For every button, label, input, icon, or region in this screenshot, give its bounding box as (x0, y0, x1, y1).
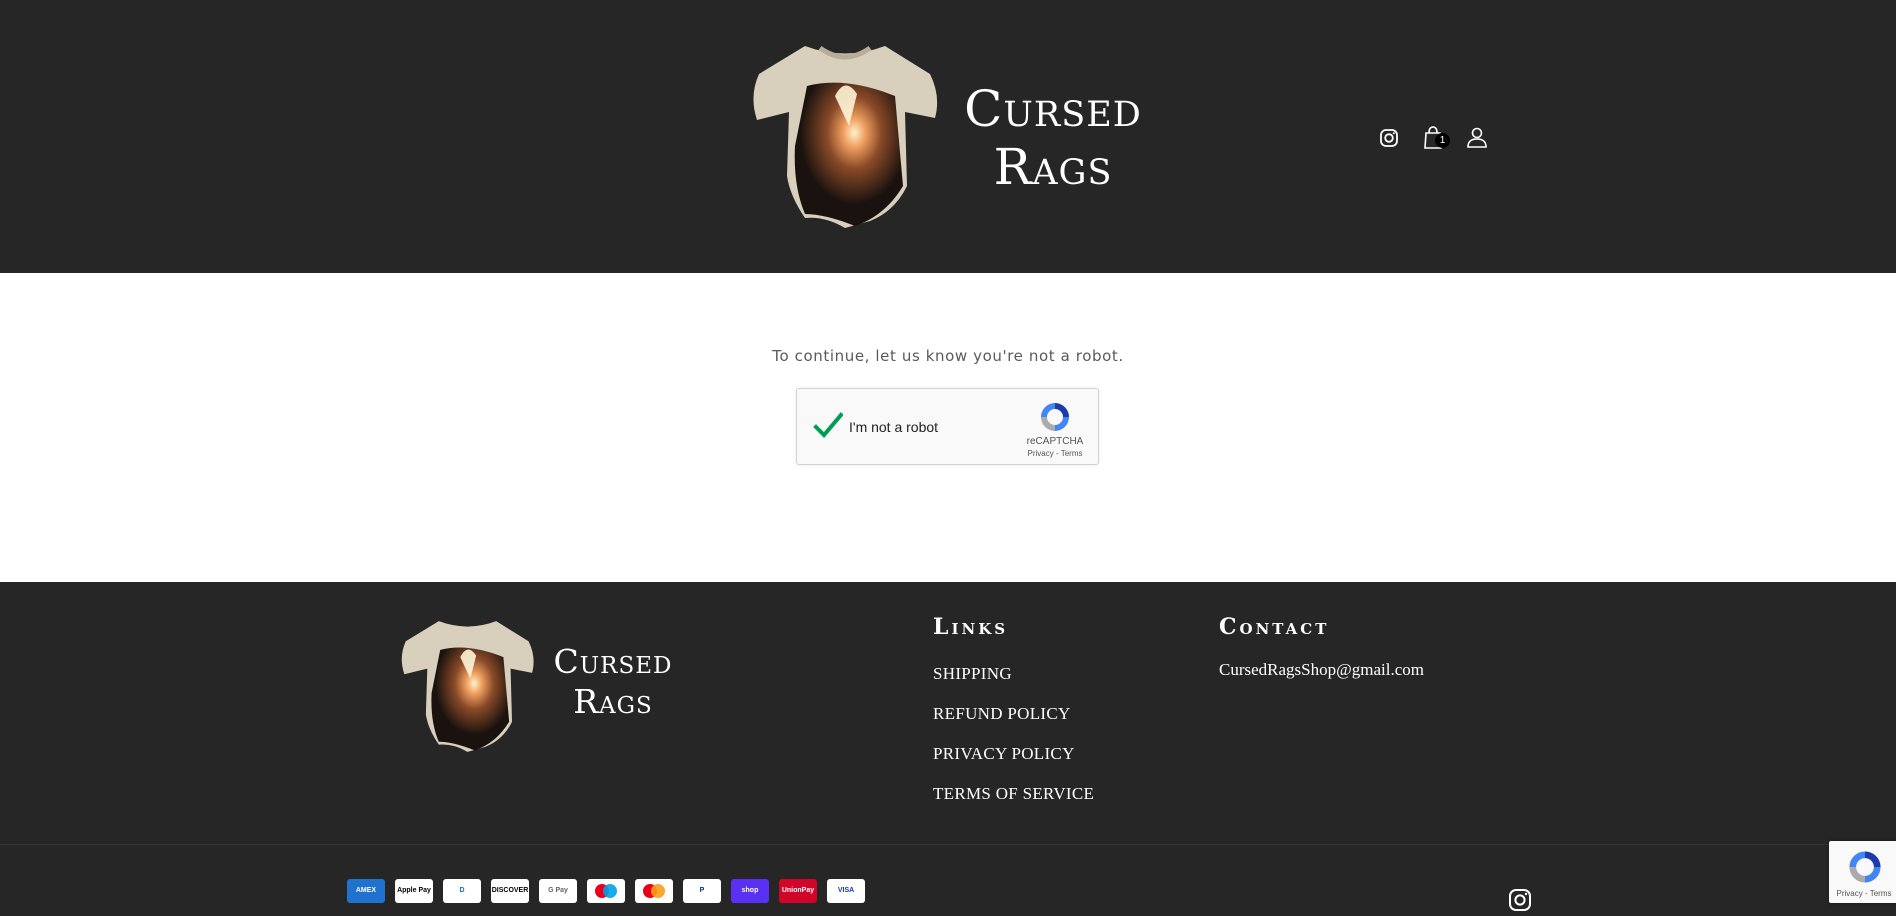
footer-brand-line1: Cursed (553, 642, 673, 681)
recaptcha-badge-links[interactable]: Privacy - Terms (1831, 889, 1896, 898)
footer-link-item: REFUND POLICY (933, 704, 1094, 744)
challenge-message: To continue, let us know you're not a ro… (772, 347, 1124, 365)
shop-pay-icon: shop (731, 879, 769, 903)
cart-count-badge: 1 (1435, 133, 1450, 148)
contact-email-link[interactable]: CursedRagsShop@gmail.com (1219, 660, 1424, 680)
unionpay-icon: UnionPay (779, 879, 817, 903)
cart-icon[interactable]: 1 (1418, 123, 1450, 153)
site-header: Cursed Rags 1 (0, 0, 1896, 273)
tshirt-logo-image (753, 45, 938, 228)
diners-club-icon: D (443, 879, 481, 903)
brand-logo-link[interactable]: Cursed Rags (745, 36, 1155, 231)
links-heading: Links (933, 614, 1009, 640)
maestro-icon (587, 879, 625, 903)
recaptcha-logo-icon (1041, 403, 1069, 431)
challenge-section: To continue, let us know you're not a ro… (0, 273, 1896, 582)
footer-link-item: SHIPPING (933, 664, 1094, 704)
recaptcha-badge[interactable]: Privacy - Terms (1829, 841, 1896, 903)
instagram-icon[interactable] (1374, 123, 1404, 153)
account-icon[interactable] (1462, 123, 1492, 153)
footer-link-item: PRIVACY POLICY (933, 744, 1094, 784)
recaptcha-label: I'm not a robot (849, 419, 939, 435)
shipping-link[interactable]: SHIPPING (933, 664, 1012, 683)
apple-pay-icon: Apple Pay (395, 879, 433, 903)
brand-name: Cursed Rags (953, 80, 1153, 196)
contact-heading: Contact (1219, 614, 1330, 640)
footer-brand-name: Cursed Rags (543, 642, 683, 722)
discover-icon: DISCOVER (491, 879, 529, 903)
checkmark-icon[interactable] (813, 411, 843, 441)
amex-icon: AMEX (347, 879, 385, 903)
footer-brand-link[interactable]: Cursed Rags (395, 614, 685, 754)
footer-links-list: SHIPPING REFUND POLICY PRIVACY POLICY TE… (933, 664, 1094, 824)
terms-of-service-link[interactable]: TERMS OF SERVICE (933, 784, 1094, 803)
footer-divider (0, 844, 1896, 845)
brand-name-line1: Cursed (964, 80, 1142, 138)
recaptcha-widget: I'm not a robot reCAPTCHA Privacy - Term… (796, 388, 1099, 465)
google-pay-icon: G Pay (539, 879, 577, 903)
footer-instagram-icon[interactable] (1507, 887, 1533, 913)
mastercard-icon (635, 879, 673, 903)
privacy-policy-link[interactable]: PRIVACY POLICY (933, 744, 1075, 763)
recaptcha-brand: reCAPTCHA (1026, 436, 1084, 447)
visa-icon: VISA (827, 879, 865, 903)
footer-brand-line2: Rags (573, 682, 653, 721)
refund-policy-link[interactable]: REFUND POLICY (933, 704, 1071, 723)
recaptcha-badge-logo-icon (1849, 851, 1881, 883)
site-footer: Cursed Rags Links SHIPPING REFUND POLICY… (0, 582, 1896, 916)
brand-name-line2: Rags (993, 138, 1113, 196)
footer-tshirt-logo-image (401, 621, 534, 752)
recaptcha-links[interactable]: Privacy - Terms (1016, 449, 1094, 458)
paypal-icon: P (683, 879, 721, 903)
footer-link-item: TERMS OF SERVICE (933, 784, 1094, 824)
